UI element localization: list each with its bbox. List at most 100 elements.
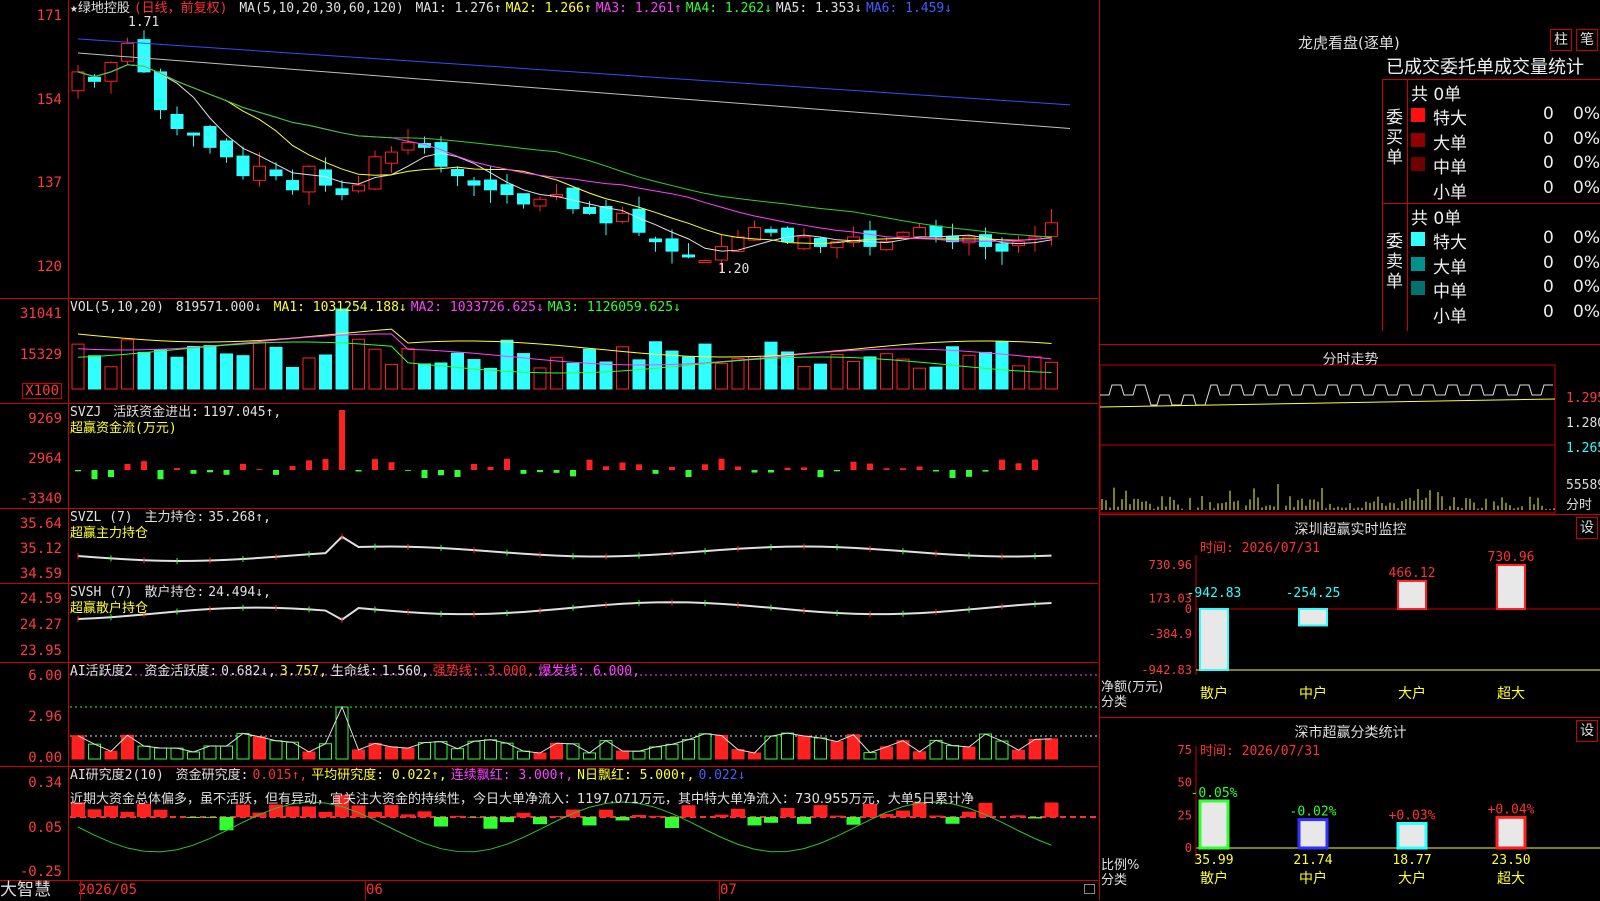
ma-line <box>78 65 1052 251</box>
order-count: 0 <box>1543 153 1554 173</box>
volume-bar <box>122 340 134 389</box>
svzj-bar <box>999 460 1005 470</box>
volume-bar <box>567 363 579 389</box>
svsh-pane[interactable]: 24.59 24.27 23.95 SVSH (7) 散户持仓:24.494↓,… <box>0 584 1098 663</box>
research-bar <box>583 817 597 825</box>
dragon-title: 龙虎看盘(逐单) <box>1298 32 1400 53</box>
order-color-swatch <box>1411 157 1425 171</box>
candle-body <box>270 170 282 176</box>
fenshi-section[interactable]: 分时走势 1.295 1.280 1.265 55589 分时 <box>1100 344 1600 515</box>
volume-bar <box>749 356 761 389</box>
volume-bar <box>1046 362 1058 389</box>
candle-body <box>633 209 645 232</box>
order-stats-table: 委买单 委卖单 共 0单 共 0单 特大00%大单00%中单00%小单00% 特… <box>1382 79 1600 331</box>
sz-bar-chart[interactable]: 730.96173.030-384.9-942.83-942.83散户-254.… <box>1100 515 1600 718</box>
volume-header: VOL(5,10,20) 819571.000↓ MA1: 1031254.18… <box>70 300 689 316</box>
candle-body <box>188 133 200 135</box>
sz-y-label: -384.9 <box>1149 627 1192 641</box>
research-bar <box>715 815 729 817</box>
volume-bar <box>1013 366 1025 389</box>
research-bar <box>632 815 646 817</box>
candle-body <box>1046 223 1058 237</box>
volume-bar <box>815 364 827 389</box>
svzj-bar <box>1032 460 1038 470</box>
sc-stats-section[interactable]: 深市超赢分类统计 设 时间: 2026/07/31 7550250-0.05%3… <box>1100 717 1600 901</box>
sc-value-label: 35.99 <box>1194 853 1233 868</box>
sz-value-label: -942.83 <box>1187 586 1242 601</box>
ma-item: MA4: 1.262↓ <box>686 1 772 16</box>
candle-body <box>287 181 299 190</box>
sc-value-label: 21.74 <box>1293 853 1332 868</box>
ma-item: MA1: 1.276↑ <box>416 1 502 16</box>
svzj-bar <box>521 470 527 474</box>
volume-bar <box>138 352 150 389</box>
high-mark: 1.71 <box>128 15 159 30</box>
price-pane[interactable]: 171 154 137 120 ★绿地控股(日线，前复权) MA(5,10,20… <box>0 0 1098 299</box>
candle-body <box>914 228 926 237</box>
activity-bar <box>402 748 414 759</box>
sz-bar <box>1497 565 1525 609</box>
svzj-bar <box>75 470 81 471</box>
life-line-value: 1.560, <box>382 664 429 679</box>
volume-bar <box>386 364 398 389</box>
intraday-chart[interactable] <box>1100 345 1600 515</box>
svzj-bar <box>686 470 692 477</box>
order-name: 中单 <box>1433 153 1467 178</box>
candle-body <box>221 141 233 157</box>
sz-value-label: 730.96 <box>1488 550 1535 565</box>
volume-bar <box>105 367 117 389</box>
svzl-pane[interactable]: 35.64 35.12 34.59 SVZL (7) 主力持仓:35.268↑,… <box>0 509 1098 584</box>
svzj-pane[interactable]: 9269 2964 -3340 SVZJ 活跃资金进出:1197.045↑, 超… <box>0 404 1098 509</box>
sc-bar-chart[interactable]: 7550250-0.05%35.99散户-0.02%21.74中户+0.03%1… <box>1100 718 1600 901</box>
svzj-value: 1197.045↑, <box>203 405 281 420</box>
lock-icon[interactable] <box>1084 884 1095 894</box>
ai-activity-pane[interactable]: 6.00 2.96 0.00 AI活跃度2 资金活跃度:0.682↓,3.757… <box>0 663 1098 767</box>
ma-item: MA3: 1126059.625↓ <box>548 300 681 315</box>
candle-body <box>699 261 711 263</box>
candle-body <box>468 181 480 185</box>
volume-bar <box>963 355 975 389</box>
activity-bar <box>914 752 926 759</box>
volume-pane[interactable]: 31041 15329 X100 VOL(5,10,20) 819571.000… <box>0 299 1098 404</box>
trade-view-button[interactable]: 笔 <box>1576 29 1598 51</box>
svzj-bar <box>669 467 675 470</box>
activity-bar <box>452 749 464 759</box>
sz-monitor-section[interactable]: 深圳超赢实时监控 设 时间: 2026/07/31 730.96173.030-… <box>1100 514 1600 718</box>
research-bar <box>451 816 465 817</box>
svzj-bar <box>867 464 873 470</box>
svzj-bar <box>290 466 296 470</box>
fenshi-volume-label: 55589 <box>1566 478 1600 493</box>
column-view-button[interactable]: 柱 <box>1550 29 1572 51</box>
svzj-bar <box>125 464 131 470</box>
research-bar <box>434 817 448 827</box>
fenshi-y-label: 1.265 <box>1566 441 1600 456</box>
activity-bar <box>221 746 233 759</box>
candlestick-chart[interactable] <box>0 0 1098 298</box>
sc-category-label: 大户 <box>1398 870 1426 887</box>
low-mark: 1.20 <box>718 262 749 277</box>
svzj-bar <box>966 470 972 477</box>
ma-item: MA6: 1.459↓ <box>866 1 952 16</box>
research-bar <box>121 812 135 817</box>
ai-research-value: 0.015↑, <box>252 768 307 783</box>
svzj-bar <box>207 470 213 472</box>
activity-bar <box>138 746 150 759</box>
order-count: 0 <box>1543 253 1554 273</box>
sz-category-label: 散户 <box>1200 685 1228 702</box>
activity-bar <box>336 707 348 759</box>
ai-research-header: AI研究度2(10) 资金研究度:0.015↑,平均研究度: 0.022↑,连续… <box>70 768 749 784</box>
volume-bar <box>914 368 926 389</box>
volume-bar <box>221 354 233 389</box>
burst-line: 爆发线: 6.000, <box>538 664 640 679</box>
research-bar <box>764 817 778 823</box>
svzj-bar <box>801 467 807 470</box>
research-bar <box>88 809 102 817</box>
svsh-name: SVSH (7) <box>70 585 133 600</box>
research-bar <box>649 816 663 817</box>
sz-bar <box>1200 609 1228 670</box>
svzj-bar <box>174 468 180 470</box>
candle-body <box>996 244 1008 251</box>
order-count: 0 <box>1543 104 1554 124</box>
ai-activity-header: AI活跃度2 资金活跃度:0.682↓,3.757,生命线:1.560,强势线:… <box>70 664 644 680</box>
ai-research-pane[interactable]: 0.34 0.05 -0.25 AI研究度2(10) 资金研究度:0.015↑,… <box>0 767 1098 881</box>
